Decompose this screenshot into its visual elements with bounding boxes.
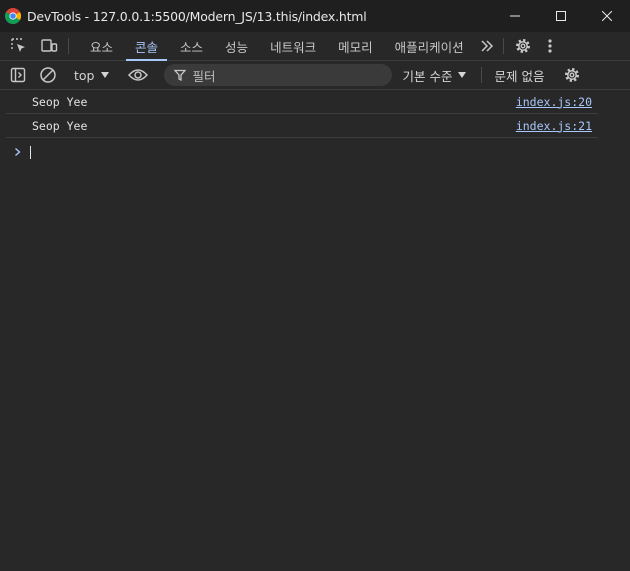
tab-elements[interactable]: 요소 [79, 32, 124, 60]
title-bar: DevTools - 127.0.0.1:5500/Modern_JS/13.t… [0, 0, 630, 32]
kebab-menu-icon [548, 39, 552, 53]
maximize-icon [556, 11, 566, 21]
dropdown-arrow-icon [101, 72, 110, 78]
console-message-text: Seop Yee [32, 118, 88, 133]
eye-icon [128, 69, 149, 81]
source-link[interactable]: index.js:21 [516, 119, 592, 133]
gear-icon [565, 68, 580, 82]
filter-input[interactable]: 필터 [164, 64, 393, 86]
filter-icon [174, 69, 187, 81]
text-cursor [30, 145, 31, 159]
chevron-double-right-icon [481, 40, 493, 52]
tab-performance[interactable]: 성능 [214, 32, 259, 60]
chrome-logo-icon [5, 8, 21, 24]
clear-console-button[interactable] [33, 61, 63, 89]
inspect-icon [11, 38, 25, 52]
console-prompt[interactable] [14, 140, 630, 164]
inspect-element-button[interactable] [4, 32, 34, 60]
tab-sources[interactable]: 소스 [169, 32, 214, 60]
sidebar-icon [10, 67, 26, 83]
console-settings-button[interactable] [557, 61, 587, 89]
tab-application[interactable]: 애플리케이션 [384, 32, 475, 60]
log-level-label: 기본 수준 [402, 68, 453, 84]
tab-console[interactable]: 콘솔 [124, 32, 169, 61]
gear-icon [515, 39, 530, 53]
minimize-button[interactable] [492, 0, 538, 32]
console-output: Seop Yee index.js:20 Seop Yee index.js:2… [0, 90, 630, 164]
divider [68, 38, 69, 54]
device-toolbar-button[interactable] [34, 32, 64, 60]
console-message-text: Seop Yee [32, 94, 88, 109]
window-title: DevTools - 127.0.0.1:5500/Modern_JS/13.t… [27, 8, 367, 24]
tab-network[interactable]: 네트워크 [259, 32, 327, 60]
context-label: top [74, 67, 95, 83]
live-expression-button[interactable] [123, 61, 153, 89]
close-icon [602, 11, 612, 21]
issues-status[interactable]: 문제 없음 [481, 67, 544, 84]
maximize-button[interactable] [538, 0, 584, 32]
close-button[interactable] [584, 0, 630, 32]
dropdown-arrow-icon [458, 72, 467, 78]
context-selector[interactable]: top [68, 68, 118, 83]
console-message: Seop Yee index.js:21 [6, 114, 598, 138]
settings-button[interactable] [508, 32, 538, 60]
divider [502, 38, 504, 54]
device-icon [41, 39, 58, 52]
tab-memory[interactable]: 메모리 [327, 32, 384, 60]
log-level-dropdown[interactable]: 기본 수준 [402, 66, 467, 85]
block-icon [40, 67, 56, 83]
prompt-chevron-icon [15, 147, 21, 157]
more-options-button[interactable] [538, 32, 562, 60]
minimize-icon [510, 15, 520, 17]
console-toolbar: top 필터 기본 수준 문제 없음 [0, 61, 630, 90]
more-tabs-button[interactable] [475, 32, 499, 60]
panel-tab-bar: 요소 콘솔 소스 성능 네트워크 메모리 애플리케이션 [0, 32, 630, 61]
sidebar-toggle-button[interactable] [3, 61, 33, 89]
source-link[interactable]: index.js:20 [516, 95, 592, 109]
console-message: Seop Yee index.js:20 [6, 90, 598, 114]
filter-placeholder: 필터 [192, 68, 216, 84]
